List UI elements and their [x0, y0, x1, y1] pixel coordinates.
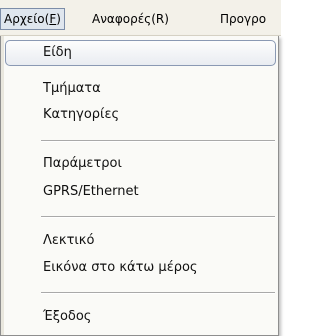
menu-file[interactable]: Αρχείο(F) [0, 8, 65, 30]
menu-item-wording-label: Λεκτικό [43, 233, 95, 248]
menu-file-label-end: ) [56, 12, 61, 26]
file-dropdown-menu: Είδη Τμήματα Κατηγορίες Παράμετροι GPRS/… [0, 36, 279, 336]
menu-separator [41, 140, 275, 142]
menu-item-gprs-ethernet-label: GPRS/Ethernet [43, 184, 139, 199]
menu-item-parameters[interactable]: Παράμετροι [5, 149, 276, 179]
menu-item-gprs-ethernet[interactable]: GPRS/Ethernet [5, 177, 276, 207]
menu-item-exit[interactable]: Έξοδος [5, 302, 276, 332]
menu-file-label: Αρχείο( [4, 12, 50, 26]
menu-item-categories[interactable]: Κατηγορίες [5, 100, 276, 130]
menu-reports[interactable]: Αναφορές(R) [92, 10, 169, 28]
menu-item-items[interactable]: Είδη [5, 40, 276, 66]
menu-programming-label: Προγρο [220, 12, 267, 26]
menu-item-departments-label: Τμήματα [43, 81, 101, 96]
menu-item-bottom-image[interactable]: Εικόνα στο κάτω μέρος [5, 253, 276, 283]
menu-separator [41, 216, 275, 218]
menu-reports-label: Αναφορές(R) [92, 12, 169, 26]
menu-item-bottom-image-label: Εικόνα στο κάτω μέρος [43, 260, 198, 275]
menu-bar: Αρχείο(F) Αναφορές(R) Προγρο [0, 0, 281, 36]
menu-item-wording[interactable]: Λεκτικό [5, 226, 276, 256]
menu-item-exit-label: Έξοδος [43, 309, 92, 324]
menu-programming[interactable]: Προγρο [220, 10, 266, 28]
menu-item-categories-label: Κατηγορίες [43, 107, 120, 122]
menu-item-items-label: Είδη [43, 45, 72, 60]
menu-item-parameters-label: Παράμετροι [43, 156, 122, 171]
menu-separator [41, 292, 275, 294]
